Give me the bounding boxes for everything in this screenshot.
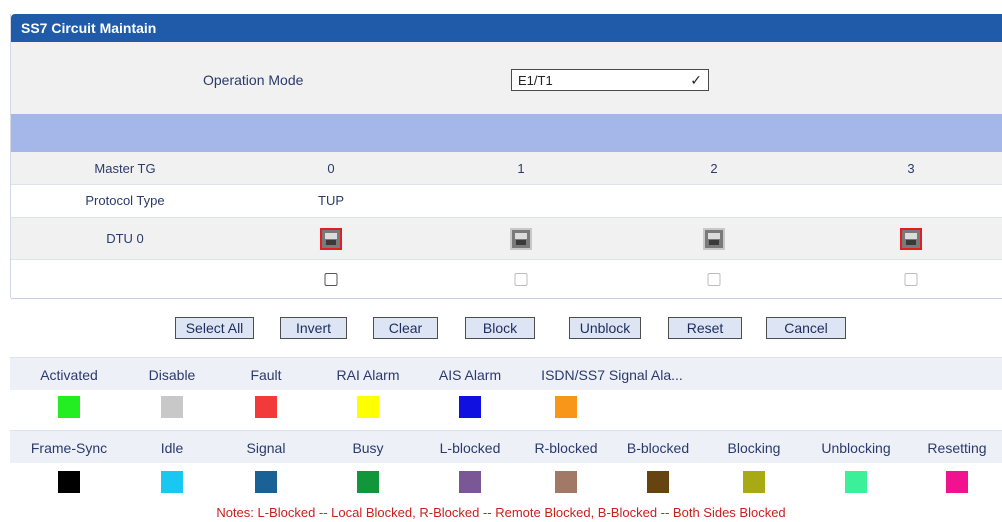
port-icon-0[interactable] xyxy=(320,228,342,250)
swatch-ais-alarm xyxy=(459,396,481,418)
port-icon-1[interactable] xyxy=(510,228,532,250)
swatch-fault xyxy=(255,396,277,418)
legend-top-swatches xyxy=(10,390,1002,422)
operation-mode-value: E1/T1 xyxy=(518,73,553,88)
legend-label-r-blocked: R-blocked xyxy=(534,440,598,456)
swatch-r-blocked xyxy=(555,471,577,493)
circuit-checkbox-2 xyxy=(707,273,721,286)
operation-mode-row: Operation Mode E1/T1 ✓ xyxy=(11,42,1002,114)
circuit-checkbox-3 xyxy=(904,273,918,286)
legend-label-activated: Activated xyxy=(40,367,98,383)
swatch-idle xyxy=(161,471,183,493)
legend-label-ais-alarm: AIS Alarm xyxy=(438,367,502,383)
circuit-checkbox-0[interactable] xyxy=(324,273,338,286)
master-tg-3: 3 xyxy=(907,161,915,176)
legend-label-blocking: Blocking xyxy=(727,440,781,456)
invert-button[interactable]: Invert xyxy=(280,317,347,339)
section-header-band xyxy=(11,114,1002,152)
protocol-type-row: Protocol Type TUP xyxy=(11,185,1002,218)
master-tg-0: 0 xyxy=(327,161,335,176)
panel-title: SS7 Circuit Maintain xyxy=(21,20,157,36)
legend-label-idle: Idle xyxy=(160,440,184,456)
protocol-type-label: Protocol Type xyxy=(85,193,165,208)
unblock-button[interactable]: Unblock xyxy=(569,317,641,339)
legend-label-rai-alarm: RAI Alarm xyxy=(336,367,400,383)
master-tg-2: 2 xyxy=(710,161,718,176)
clear-button[interactable]: Clear xyxy=(373,317,438,339)
legend-label-resetting: Resetting xyxy=(927,440,987,456)
legend-label-fault: Fault xyxy=(250,367,282,383)
legend-label-signal-alarm: ISDN/SS7 Signal Ala... xyxy=(541,367,683,383)
legend-top-labels: Activated Disable Fault RAI Alarm AIS Al… xyxy=(10,357,1002,390)
reset-button[interactable]: Reset xyxy=(668,317,742,339)
master-tg-label: Master TG xyxy=(94,161,156,176)
swatch-resetting xyxy=(946,471,968,493)
swatch-blocking xyxy=(743,471,765,493)
dtu-row: DTU 0 xyxy=(11,218,1002,260)
select-all-button[interactable]: Select All xyxy=(175,317,254,339)
protocol-type-value: TUP xyxy=(318,193,344,208)
swatch-busy xyxy=(357,471,379,493)
panel-title-bar: SS7 Circuit Maintain xyxy=(11,14,1002,42)
legend-label-b-blocked: B-blocked xyxy=(626,440,690,456)
legend-bottom-swatches xyxy=(10,465,1002,497)
legend-label-disable: Disable xyxy=(148,367,196,383)
swatch-l-blocked xyxy=(459,471,481,493)
operation-mode-select[interactable]: E1/T1 ✓ xyxy=(511,69,709,91)
legend-label-frame-sync: Frame-Sync xyxy=(30,440,108,456)
legend-bottom-labels: Frame-Sync Idle Signal Busy L-blocked R-… xyxy=(10,430,1002,463)
legend-label-l-blocked: L-blocked xyxy=(439,440,501,456)
swatch-disable xyxy=(161,396,183,418)
chevron-down-icon: ✓ xyxy=(690,72,702,88)
circuit-checkbox-1 xyxy=(514,273,528,286)
legend-label-unblocking: Unblocking xyxy=(821,440,891,456)
master-tg-row: Master TG 0 1 2 3 xyxy=(11,152,1002,185)
ss7-circuit-panel: SS7 Circuit Maintain Operation Mode E1/T… xyxy=(10,14,1002,299)
swatch-activated xyxy=(58,396,80,418)
checkbox-row xyxy=(11,260,1002,299)
port-icon-3[interactable] xyxy=(900,228,922,250)
operation-mode-label: Operation Mode xyxy=(203,72,304,88)
swatch-rai-alarm xyxy=(357,396,379,418)
master-tg-1: 1 xyxy=(517,161,525,176)
legend-label-busy: Busy xyxy=(352,440,384,456)
cancel-button[interactable]: Cancel xyxy=(766,317,846,339)
swatch-signal xyxy=(255,471,277,493)
notes-text: Notes: L-Blocked -- Local Blocked, R-Blo… xyxy=(216,505,786,520)
swatch-signal-alarm xyxy=(555,396,577,418)
swatch-b-blocked xyxy=(647,471,669,493)
swatch-frame-sync xyxy=(58,471,80,493)
legend-label-signal: Signal xyxy=(246,440,286,456)
swatch-unblocking xyxy=(845,471,867,493)
dtu-label: DTU 0 xyxy=(106,231,144,246)
port-icon-2[interactable] xyxy=(703,228,725,250)
block-button[interactable]: Block xyxy=(465,317,535,339)
